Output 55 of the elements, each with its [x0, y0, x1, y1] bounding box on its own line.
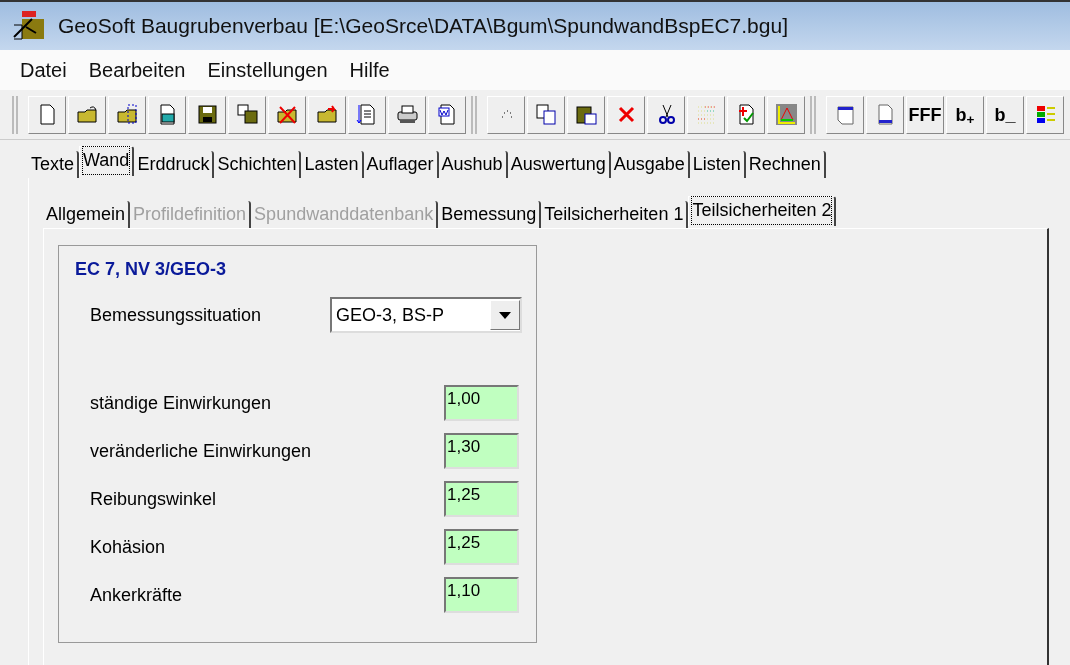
group-title: EC 7, NV 3/GEO-3: [75, 258, 228, 281]
toolbar-button[interactable]: [308, 95, 346, 134]
toolbar-button[interactable]: b$_{+}$: [946, 95, 984, 134]
toolbar-button[interactable]: [866, 95, 904, 134]
factor-label: Reibungswinkel: [90, 487, 218, 511]
toolbar-button[interactable]: [567, 95, 605, 134]
factor-input[interactable]: 1,25: [444, 529, 519, 565]
tab[interactable]: Teilsicherheiten 1: [541, 201, 689, 228]
tab[interactable]: Auswertung: [507, 151, 611, 178]
dropdown-arrow-icon: [499, 311, 511, 319]
menu-item[interactable]: Einstellungen: [207, 55, 328, 85]
printer-icon: [395, 103, 419, 126]
triangle-chart-icon: [774, 103, 798, 126]
tab[interactable]: Teilsicherheiten 2: [688, 196, 837, 226]
factor-input[interactable]: 1,00: [444, 385, 519, 421]
toolbar-button[interactable]: b_: [986, 95, 1024, 134]
save-icon: [195, 103, 219, 126]
toolbar-button[interactable]: [388, 95, 426, 134]
toolbar-button[interactable]: [428, 95, 466, 134]
copy-icon: [534, 103, 558, 126]
app-icon: [12, 9, 46, 43]
factor-input[interactable]: 1,25: [444, 481, 519, 517]
toolbar-button[interactable]: [1026, 95, 1064, 134]
factor-input[interactable]: 1,30: [444, 433, 519, 469]
tab[interactable]: Texte: [28, 151, 80, 178]
menu-item[interactable]: Hilfe: [349, 55, 390, 85]
dropdown[interactable]: GEO-3, BS-P: [330, 297, 522, 333]
menu-item[interactable]: Datei: [20, 55, 67, 85]
tab[interactable]: Auflager: [363, 151, 439, 178]
open-folder-icon: [75, 103, 99, 126]
toolbar-button[interactable]: [826, 95, 864, 134]
toolbar-button[interactable]: [228, 95, 266, 134]
toolbar-button[interactable]: [148, 95, 186, 134]
toolbar-button[interactable]: FFF: [906, 95, 944, 134]
menu-item[interactable]: Bearbeiten: [88, 55, 186, 85]
factor-label: Kohäsion: [90, 535, 167, 559]
window-title: GeoSoft Baugrubenverbau [E:\GeoSrce\DATA\Bgum\SpundwandBspEC7.bgu]: [58, 13, 788, 40]
toolbar-button[interactable]: [647, 95, 685, 134]
tab[interactable]: Wand: [79, 146, 135, 176]
factor-label: ständige Einwirkungen: [90, 391, 273, 415]
toolbar-button[interactable]: [188, 95, 226, 134]
factor-label: Ankerkräfte: [90, 583, 184, 607]
tab[interactable]: Aushub: [438, 151, 508, 178]
save-copy-icon: [235, 103, 259, 126]
folder-grid-icon: [115, 103, 139, 126]
tab[interactable]: Allgemein: [43, 201, 131, 228]
toolbar-button[interactable]: [68, 95, 106, 134]
folder-arrow-icon: [315, 103, 339, 126]
toolbar-button[interactable]: [108, 95, 146, 134]
field-label: Bemessungssituation: [90, 303, 263, 327]
toolbar-button[interactable]: [268, 95, 306, 134]
tab[interactable]: Ausgabe: [610, 151, 690, 178]
paste-icon: [574, 103, 598, 126]
factor-input[interactable]: 1,10: [444, 577, 519, 613]
factor-label: veränderliche Einwirkungen: [90, 439, 313, 463]
